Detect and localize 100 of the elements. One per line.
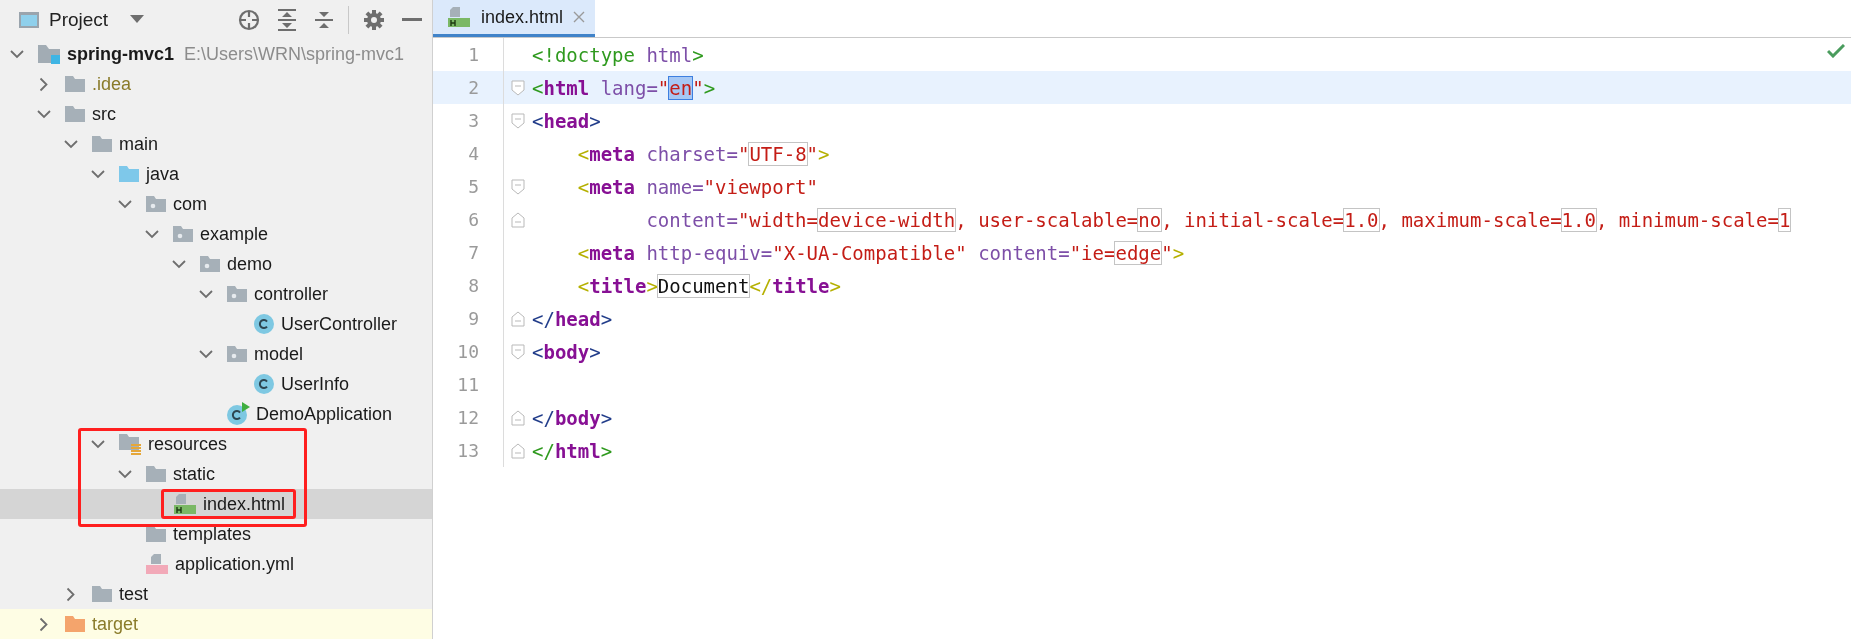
tree-row[interactable]: model: [0, 339, 432, 369]
line-number: 9: [467, 308, 479, 329]
project-path: E:\Users\WRN\spring-mvc1: [184, 43, 405, 65]
tree-row[interactable]: com: [0, 189, 432, 219]
panel-title[interactable]: Project: [49, 8, 109, 31]
package-icon: [199, 255, 221, 273]
tree-label: target: [92, 613, 139, 635]
code-line: <body>: [532, 340, 601, 363]
chevron-icon[interactable]: [10, 49, 24, 59]
tree-row[interactable]: main: [0, 129, 432, 159]
chevron-icon[interactable]: [37, 109, 51, 119]
tree-row[interactable]: controller: [0, 279, 432, 309]
chevron-icon[interactable]: [39, 77, 49, 91]
tree-row[interactable]: resources: [0, 429, 432, 459]
code-line: <meta name="viewport": [576, 175, 818, 198]
module-folder-icon: [37, 44, 61, 64]
close-icon[interactable]: [573, 11, 586, 23]
settings-icon[interactable]: [363, 8, 385, 31]
tree-row[interactable]: java: [0, 159, 432, 189]
package-icon: [226, 345, 248, 363]
code-line: <title>Document</title>: [576, 274, 841, 297]
check-icon: [1827, 44, 1845, 58]
line-number: 3: [467, 110, 479, 131]
tree-label: static: [173, 463, 215, 485]
folder-icon: [145, 525, 167, 543]
line-number: 1: [467, 44, 479, 65]
line-number: 2: [467, 77, 479, 98]
tree-row[interactable]: test: [0, 579, 432, 609]
tree-row[interactable]: example: [0, 219, 432, 249]
editor-tab[interactable]: index.html: [433, 0, 596, 37]
tree-label: src: [92, 103, 116, 125]
code-line: </html>: [532, 439, 613, 462]
chevron-icon[interactable]: [91, 439, 105, 449]
tree-row[interactable]: src: [0, 99, 432, 129]
class-icon: [253, 313, 275, 335]
line-number: 4: [467, 143, 479, 164]
line-number: 11: [456, 374, 479, 395]
package-icon: [145, 195, 167, 213]
class-icon: [253, 373, 275, 395]
chevron-icon[interactable]: [118, 469, 132, 479]
tree-label: index.html: [203, 493, 286, 515]
folder-icon: [118, 165, 140, 183]
code-line: <!doctype html>: [532, 43, 704, 66]
tree-label: DemoApplication: [256, 403, 393, 425]
chevron-icon[interactable]: [199, 349, 213, 359]
chevron-icon[interactable]: [199, 289, 213, 299]
tree-label: test: [119, 583, 148, 605]
tree-label: UserInfo: [281, 373, 350, 395]
project-window-icon: [18, 10, 40, 29]
code-line: <meta charset="UTF-8">: [576, 142, 830, 165]
package-icon: [226, 285, 248, 303]
line-number: 8: [467, 275, 479, 296]
tree-row[interactable]: .idea: [0, 69, 432, 99]
code-line: </body>: [532, 406, 613, 429]
line-number: 13: [456, 440, 479, 461]
line-number: 12: [456, 407, 479, 428]
tree-label: .idea: [92, 73, 132, 95]
line-number: 6: [467, 209, 479, 230]
tree-row[interactable]: index.html: [0, 489, 432, 519]
code-line: content="width=device-width, user-scalable=no, initial-scale=1.0, maximum-scale=1.0, minimum-scale=1: [645, 208, 1791, 231]
tree-label: UserController: [281, 313, 398, 335]
expand-all-icon[interactable]: [277, 8, 297, 31]
chevron-icon[interactable]: [39, 617, 49, 631]
chevron-icon[interactable]: [91, 169, 105, 179]
chevron-icon[interactable]: [118, 199, 132, 209]
tree-row[interactable]: spring-mvc1 E:\Users\WRN\spring-mvc1: [0, 39, 432, 69]
chevron-icon[interactable]: [64, 139, 78, 149]
tree-row[interactable]: demo: [0, 249, 432, 279]
tree-label: model: [254, 343, 304, 365]
resources-folder-icon: [118, 433, 142, 455]
tree-row[interactable]: DemoApplication: [0, 399, 432, 429]
folder-icon: [145, 465, 167, 483]
chevron-icon[interactable]: [145, 229, 159, 239]
line-number: 10: [456, 341, 479, 362]
tree-row[interactable]: target: [0, 609, 432, 639]
chevron-icon[interactable]: [172, 259, 186, 269]
html-file-icon: [173, 493, 197, 515]
tree-label: templates: [173, 523, 252, 545]
tree-label: application.yml: [175, 553, 295, 575]
locate-icon[interactable]: [238, 8, 260, 31]
minimize-icon[interactable]: [402, 17, 422, 22]
line-number: 7: [467, 242, 479, 263]
tree-label: com: [173, 193, 207, 215]
chevron-icon[interactable]: [66, 587, 76, 601]
tree-row[interactable]: UserInfo: [0, 369, 432, 399]
package-icon: [172, 225, 194, 243]
folder-icon: [91, 135, 113, 153]
tree-row[interactable]: UserController: [0, 309, 432, 339]
code-line: </head>: [532, 307, 613, 330]
html-file-icon: [447, 6, 471, 28]
folder-icon: [91, 585, 113, 603]
tree-row[interactable]: application.yml: [0, 549, 432, 579]
tree-label: example: [200, 223, 269, 245]
yml-file-icon: [145, 553, 169, 575]
tree-label: spring-mvc1: [67, 43, 175, 65]
folder-icon: [64, 615, 86, 633]
tree-row[interactable]: static: [0, 459, 432, 489]
caret-icon[interactable]: [130, 15, 145, 24]
tree-row[interactable]: templates: [0, 519, 432, 549]
tree-label: java: [146, 163, 180, 185]
